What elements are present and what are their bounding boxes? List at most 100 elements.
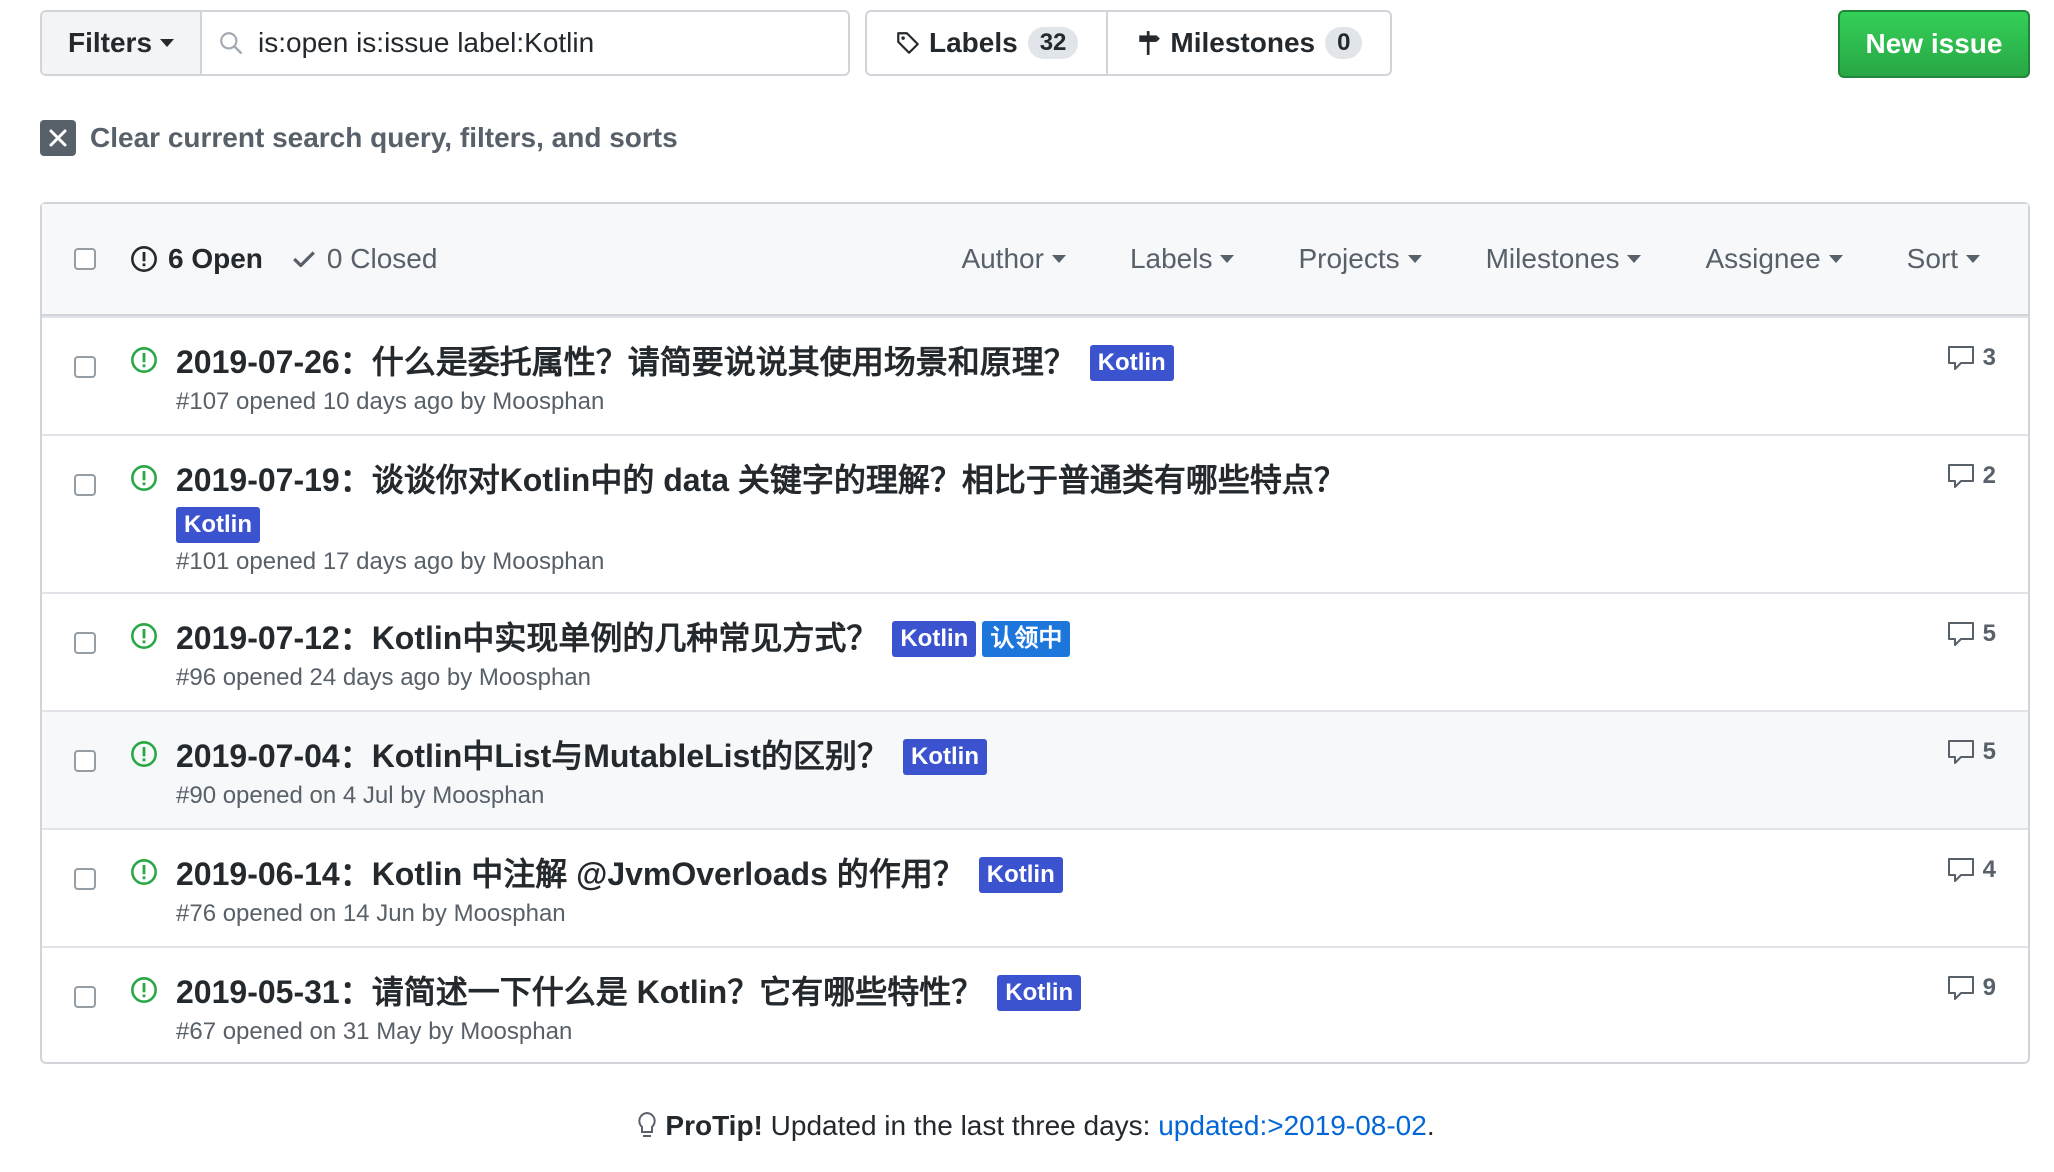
issue-title-link[interactable]: 2019-05-31：请简述一下什么是 Kotlin？它有哪些特性？ [176, 974, 983, 1010]
issue-comments-link[interactable]: 5 [1947, 738, 1996, 766]
clear-query-link[interactable]: Clear current search query, filters, and… [40, 120, 678, 156]
issue-meta: #76 opened on 14 Jun by Moosphan [176, 900, 566, 927]
issue-comments-count: 9 [1982, 974, 1996, 1001]
comment-icon [1947, 346, 1974, 370]
issue-title-link[interactable]: 2019-07-04：Kotlin中List与MutableList的区别？ [176, 738, 889, 774]
labels-filter-label: Labels [1129, 243, 1213, 274]
closed-issues-link[interactable]: 0 Closed [291, 243, 437, 275]
list-filters: Author Labels Projects Milestones Assign… [897, 204, 1980, 314]
lightbulb-icon [638, 1111, 657, 1137]
projects-filter-label: Projects [1298, 243, 1400, 274]
issue-checkbox[interactable] [74, 356, 96, 378]
issue-title-link[interactable]: 2019-06-14：Kotlin 中注解 @JvmOverloads 的作用？ [176, 856, 965, 892]
issue-comments-link[interactable]: 3 [1947, 344, 1996, 372]
filters-dropdown-button[interactable]: Filters [42, 12, 202, 74]
filters-search-group: Filters [40, 10, 850, 76]
milestones-filter[interactable]: Milestones [1486, 243, 1642, 275]
comment-icon [1947, 464, 1974, 488]
open-issues-link[interactable]: 6 Open [130, 243, 263, 275]
assignee-filter[interactable]: Assignee [1705, 243, 1843, 275]
issue-label-kotlin[interactable]: Kotlin [1089, 345, 1174, 381]
comment-icon [1947, 976, 1974, 1000]
issue-comments-count: 5 [1982, 620, 1996, 647]
issue-label-claimed[interactable]: 认领中 [982, 621, 1071, 657]
issue-comments-link[interactable]: 9 [1947, 974, 1996, 1002]
protip: ProTip! Updated in the last three days: … [40, 1110, 2030, 1142]
caret-down-icon [1627, 255, 1642, 263]
issue-title-line: 2019-06-14：Kotlin 中注解 @JvmOverloads 的作用？… [176, 852, 1888, 896]
issue-checkbox[interactable] [74, 750, 96, 772]
new-issue-button[interactable]: New issue [1838, 10, 2030, 78]
author-filter[interactable]: Author [961, 243, 1066, 275]
issue-title-line: 2019-07-12：Kotlin中实现单例的几种常见方式？ Kotlin 认领中 [176, 616, 1888, 660]
milestones-filter-label: Milestones [1485, 243, 1620, 274]
issue-opened-icon [131, 246, 157, 272]
issue-comments-link[interactable]: 5 [1947, 620, 1996, 648]
caret-down-icon [160, 39, 175, 47]
author-filter-label: Author [961, 243, 1044, 274]
issue-meta: #107 opened 10 days ago by Moosphan [176, 388, 605, 415]
issue-row: 2019-07-12：Kotlin中实现单例的几种常见方式？ Kotlin 认领中 … [42, 592, 2028, 710]
sort-filter-label: Sort [1906, 243, 1958, 274]
issue-title-line: 2019-07-04：Kotlin中List与MutableList的区别？ Ko… [176, 734, 1888, 778]
issue-label-kotlin[interactable]: Kotlin [176, 507, 260, 543]
projects-filter[interactable]: Projects [1298, 243, 1422, 275]
protip-tail: . [1426, 1110, 1435, 1141]
labels-button[interactable]: Labels 32 [867, 12, 1106, 74]
milestones-label: Milestones [1170, 27, 1316, 58]
issue-opened-icon [131, 347, 157, 373]
issue-label-kotlin[interactable]: Kotlin [997, 975, 1082, 1011]
labels-label: Labels [929, 27, 1018, 58]
issue-checkbox[interactable] [74, 868, 96, 890]
issue-row: 2019-06-14：Kotlin 中注解 @JvmOverloads 的作用？… [42, 828, 2028, 946]
issue-opened-icon [131, 741, 157, 767]
sort-filter[interactable]: Sort [1907, 243, 1980, 275]
issue-checkbox[interactable] [74, 632, 96, 654]
milestone-icon [1139, 31, 1161, 55]
protip-link[interactable]: updated:>2019-08-02 [1158, 1110, 1427, 1141]
check-icon [293, 251, 315, 268]
issues-page: Filters Labels 32 Milestones 0 New issue [40, 10, 2030, 1141]
issue-label-kotlin[interactable]: Kotlin [903, 739, 987, 775]
protip-text: Updated in the last three days: [762, 1110, 1159, 1141]
issue-title-link[interactable]: 2019-07-12：Kotlin中实现单例的几种常见方式？ [176, 620, 878, 656]
search-input[interactable] [256, 26, 820, 60]
clear-query-label: Clear current search query, filters, and… [90, 122, 678, 153]
select-all-checkbox[interactable] [74, 248, 96, 270]
comment-icon [1947, 858, 1974, 882]
issue-title-line: 2019-05-31：请简述一下什么是 Kotlin？它有哪些特性？ Kotlin [176, 970, 1888, 1014]
milestones-button[interactable]: Milestones 0 [1106, 12, 1390, 74]
milestones-count-badge: 0 [1325, 27, 1363, 59]
issue-opened-icon [131, 465, 157, 491]
issues-list-box: 6 Open 0 Closed Author Labels Projects M… [40, 202, 2030, 1064]
issue-title-line: 2019-07-19：谈谈你对Kotlin中的 data 关键字的理解？相比于普… [176, 458, 1888, 546]
issue-row: 2019-05-31：请简述一下什么是 Kotlin？它有哪些特性？ Kotlin… [42, 946, 2028, 1062]
issue-title-link[interactable]: 2019-07-26：什么是委托属性？请简要说说其使用场景和原理？ [176, 344, 1076, 380]
issue-row: 2019-07-19：谈谈你对Kotlin中的 data 关键字的理解？相比于普… [42, 434, 2028, 592]
issue-checkbox[interactable] [74, 474, 96, 496]
issue-comments-link[interactable]: 2 [1947, 462, 1996, 490]
issues-list-header: 6 Open 0 Closed Author Labels Projects M… [42, 204, 2028, 316]
issues-toolbar: Filters Labels 32 Milestones 0 New issue [40, 10, 2030, 80]
labels-count-badge: 32 [1027, 27, 1079, 59]
caret-down-icon [1220, 255, 1235, 263]
issue-meta: #90 opened on 4 Jul by Moosphan [176, 782, 545, 809]
issue-comments-link[interactable]: 4 [1947, 856, 1996, 884]
issue-comments-count: 3 [1982, 344, 1996, 371]
close-icon [40, 120, 76, 156]
issue-comments-count: 5 [1982, 738, 1996, 765]
issue-label-kotlin[interactable]: Kotlin [892, 621, 977, 657]
labels-filter[interactable]: Labels [1130, 243, 1235, 275]
issue-comments-count: 4 [1982, 856, 1996, 883]
caret-down-icon [1407, 255, 1422, 263]
issue-meta: #96 opened 24 days ago by Moosphan [176, 664, 591, 691]
issue-label-kotlin[interactable]: Kotlin [978, 857, 1063, 893]
caret-down-icon [1966, 255, 1980, 263]
issue-checkbox[interactable] [74, 986, 96, 1008]
issue-title-link[interactable]: 2019-07-19：谈谈你对Kotlin中的 data 关键字的理解？相比于普… [176, 462, 1346, 498]
filters-label: Filters [67, 27, 153, 58]
issue-opened-icon [131, 977, 157, 1003]
comment-icon [1947, 740, 1974, 764]
search-icon [220, 32, 243, 55]
comment-icon [1947, 622, 1974, 646]
